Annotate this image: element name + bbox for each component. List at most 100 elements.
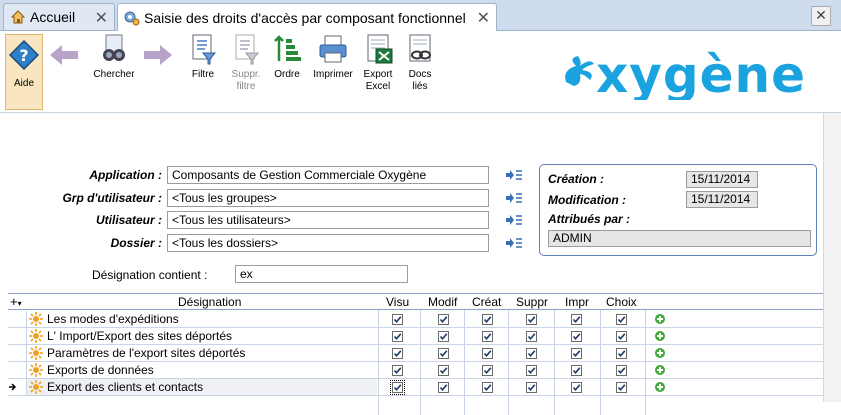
home-icon	[10, 9, 26, 25]
dossier-label: Dossier :	[110, 236, 162, 250]
table-row[interactable]: Export des clients et contacts	[8, 379, 823, 396]
permission-checkbox-suppr[interactable]	[526, 331, 537, 342]
chercher-button[interactable]: Chercher	[88, 33, 140, 81]
permission-checkbox-impr[interactable]	[571, 382, 582, 393]
aide-button[interactable]: ? Aide	[5, 34, 43, 110]
grid-column-divider	[420, 310, 421, 415]
add-detail-icon[interactable]	[655, 331, 665, 341]
permission-checkbox-visu[interactable]	[392, 314, 403, 325]
permission-checkbox-choix[interactable]	[616, 314, 627, 325]
permission-checkbox-crat[interactable]	[482, 314, 493, 325]
oxygene-logo: xygène	[556, 46, 826, 111]
docs-label-2: liés	[412, 81, 428, 92]
add-detail-icon[interactable]	[655, 382, 665, 392]
close-window-button[interactable]: ✕	[811, 6, 831, 26]
permission-checkbox-visu[interactable]	[390, 380, 405, 395]
utilisateur-field[interactable]: <Tous les utilisateurs>	[167, 211, 489, 229]
gear-users-icon	[124, 10, 140, 26]
permission-checkbox-suppr[interactable]	[526, 348, 537, 359]
arrow-right-icon	[144, 45, 172, 65]
permission-checkbox-crat[interactable]	[482, 348, 493, 359]
permission-checkbox-impr[interactable]	[571, 331, 582, 342]
designation-text: Export des clients et contacts	[47, 380, 204, 394]
designation-cell[interactable]: Les modes d'expéditions	[26, 311, 381, 327]
col-creat[interactable]: Créat	[472, 295, 501, 309]
add-detail-icon[interactable]	[655, 314, 665, 324]
permission-checkbox-impr[interactable]	[571, 365, 582, 376]
vertical-scrollbar[interactable]	[823, 113, 841, 402]
permission-checkbox-suppr[interactable]	[526, 365, 537, 376]
add-detail-icon[interactable]	[655, 348, 665, 358]
docs-lies-button[interactable]: Docs liés	[402, 33, 438, 93]
permission-checkbox-choix[interactable]	[616, 382, 627, 393]
ordre-button[interactable]: Ordre	[270, 33, 304, 81]
close-tab-icon[interactable]: ✕	[95, 8, 108, 28]
imprimer-button[interactable]: Imprimer	[310, 33, 356, 81]
designation-contient-field[interactable]: ex	[235, 265, 408, 283]
tab-label: Saisie des droits d'accès par composant …	[144, 9, 466, 26]
chercher-label: Chercher	[93, 69, 135, 80]
close-tab-icon[interactable]: ✕	[477, 8, 490, 28]
permission-checkbox-impr[interactable]	[571, 314, 582, 325]
dossier-field[interactable]: <Tous les dossiers>	[167, 234, 489, 252]
permission-checkbox-modif[interactable]	[438, 365, 449, 376]
export-excel-button[interactable]: Export Excel	[360, 33, 396, 93]
designation-cell[interactable]: Paramètres de l'export sites déportés	[26, 345, 381, 361]
permission-checkbox-choix[interactable]	[616, 331, 627, 342]
binoculars-icon	[103, 34, 125, 61]
designation-cell[interactable]: Exports de données	[26, 362, 381, 378]
utilisateur-picker-icon[interactable]	[505, 213, 523, 227]
add-detail-icon[interactable]	[655, 365, 665, 375]
permission-checkbox-visu[interactable]	[392, 348, 403, 359]
info-panel: Création : 15/11/2014 Modification : 15/…	[539, 164, 817, 256]
filtre-button[interactable]: Filtre	[186, 33, 220, 81]
permission-checkbox-modif[interactable]	[438, 382, 449, 393]
permission-checkbox-suppr[interactable]	[526, 314, 537, 325]
col-suppr[interactable]: Suppr	[516, 295, 548, 309]
permission-checkbox-modif[interactable]	[438, 348, 449, 359]
tab-saisie-droits[interactable]: Saisie des droits d'accès par composant …	[117, 3, 497, 31]
tab-accueil[interactable]: Accueil ✕	[3, 3, 115, 30]
application-label: Application :	[89, 168, 162, 182]
permission-checkbox-visu[interactable]	[392, 331, 403, 342]
table-row[interactable]: Paramètres de l'export sites déportés	[8, 345, 823, 362]
table-row[interactable]: Les modes d'expéditions	[8, 311, 823, 328]
table-row[interactable]: Exports de données	[8, 362, 823, 379]
designation-cell[interactable]: Export des clients et contacts	[26, 379, 377, 395]
component-icon	[29, 312, 43, 326]
suppr-filtre-button[interactable]: Suppr. filtre	[226, 33, 266, 93]
permission-checkbox-visu[interactable]	[392, 365, 403, 376]
designation-cell[interactable]: L' Import/Export des sites déportés	[26, 328, 381, 344]
tab-strip: Accueil ✕ Saisie des droits d'accès par …	[0, 0, 841, 31]
grp-picker-icon[interactable]	[505, 191, 523, 205]
grp-utilisateur-field[interactable]: <Tous les groupes>	[167, 189, 489, 207]
permission-checkbox-choix[interactable]	[616, 365, 627, 376]
row-selector-arrow-icon	[8, 379, 18, 396]
grid-column-divider	[464, 310, 465, 415]
back-button[interactable]	[48, 39, 80, 71]
col-designation[interactable]: Désignation	[178, 295, 241, 309]
col-visu[interactable]: Visu	[386, 295, 409, 309]
permission-checkbox-crat[interactable]	[482, 382, 493, 393]
permission-checkbox-crat[interactable]	[482, 365, 493, 376]
col-impr[interactable]: Impr	[565, 295, 589, 309]
modification-label: Modification :	[548, 193, 626, 207]
permission-checkbox-modif[interactable]	[438, 331, 449, 342]
toolbar-separator	[0, 112, 841, 113]
col-modif[interactable]: Modif	[428, 295, 457, 309]
table-row[interactable]: L' Import/Export des sites déportés	[8, 328, 823, 345]
add-column-icon[interactable]: +▾	[10, 294, 22, 309]
export-label-2: Excel	[365, 81, 391, 92]
permission-checkbox-modif[interactable]	[438, 314, 449, 325]
permission-checkbox-crat[interactable]	[482, 331, 493, 342]
permission-checkbox-impr[interactable]	[571, 348, 582, 359]
component-icon	[29, 380, 43, 394]
col-choix[interactable]: Choix	[606, 295, 637, 309]
permission-checkbox-choix[interactable]	[616, 348, 627, 359]
dossier-picker-icon[interactable]	[505, 236, 523, 250]
utilisateur-label: Utilisateur :	[95, 213, 162, 227]
application-field[interactable]: Composants de Gestion Commerciale Oxygèn…	[167, 166, 489, 184]
application-picker-icon[interactable]	[505, 168, 523, 182]
forward-button[interactable]	[142, 39, 174, 71]
permission-checkbox-suppr[interactable]	[526, 382, 537, 393]
